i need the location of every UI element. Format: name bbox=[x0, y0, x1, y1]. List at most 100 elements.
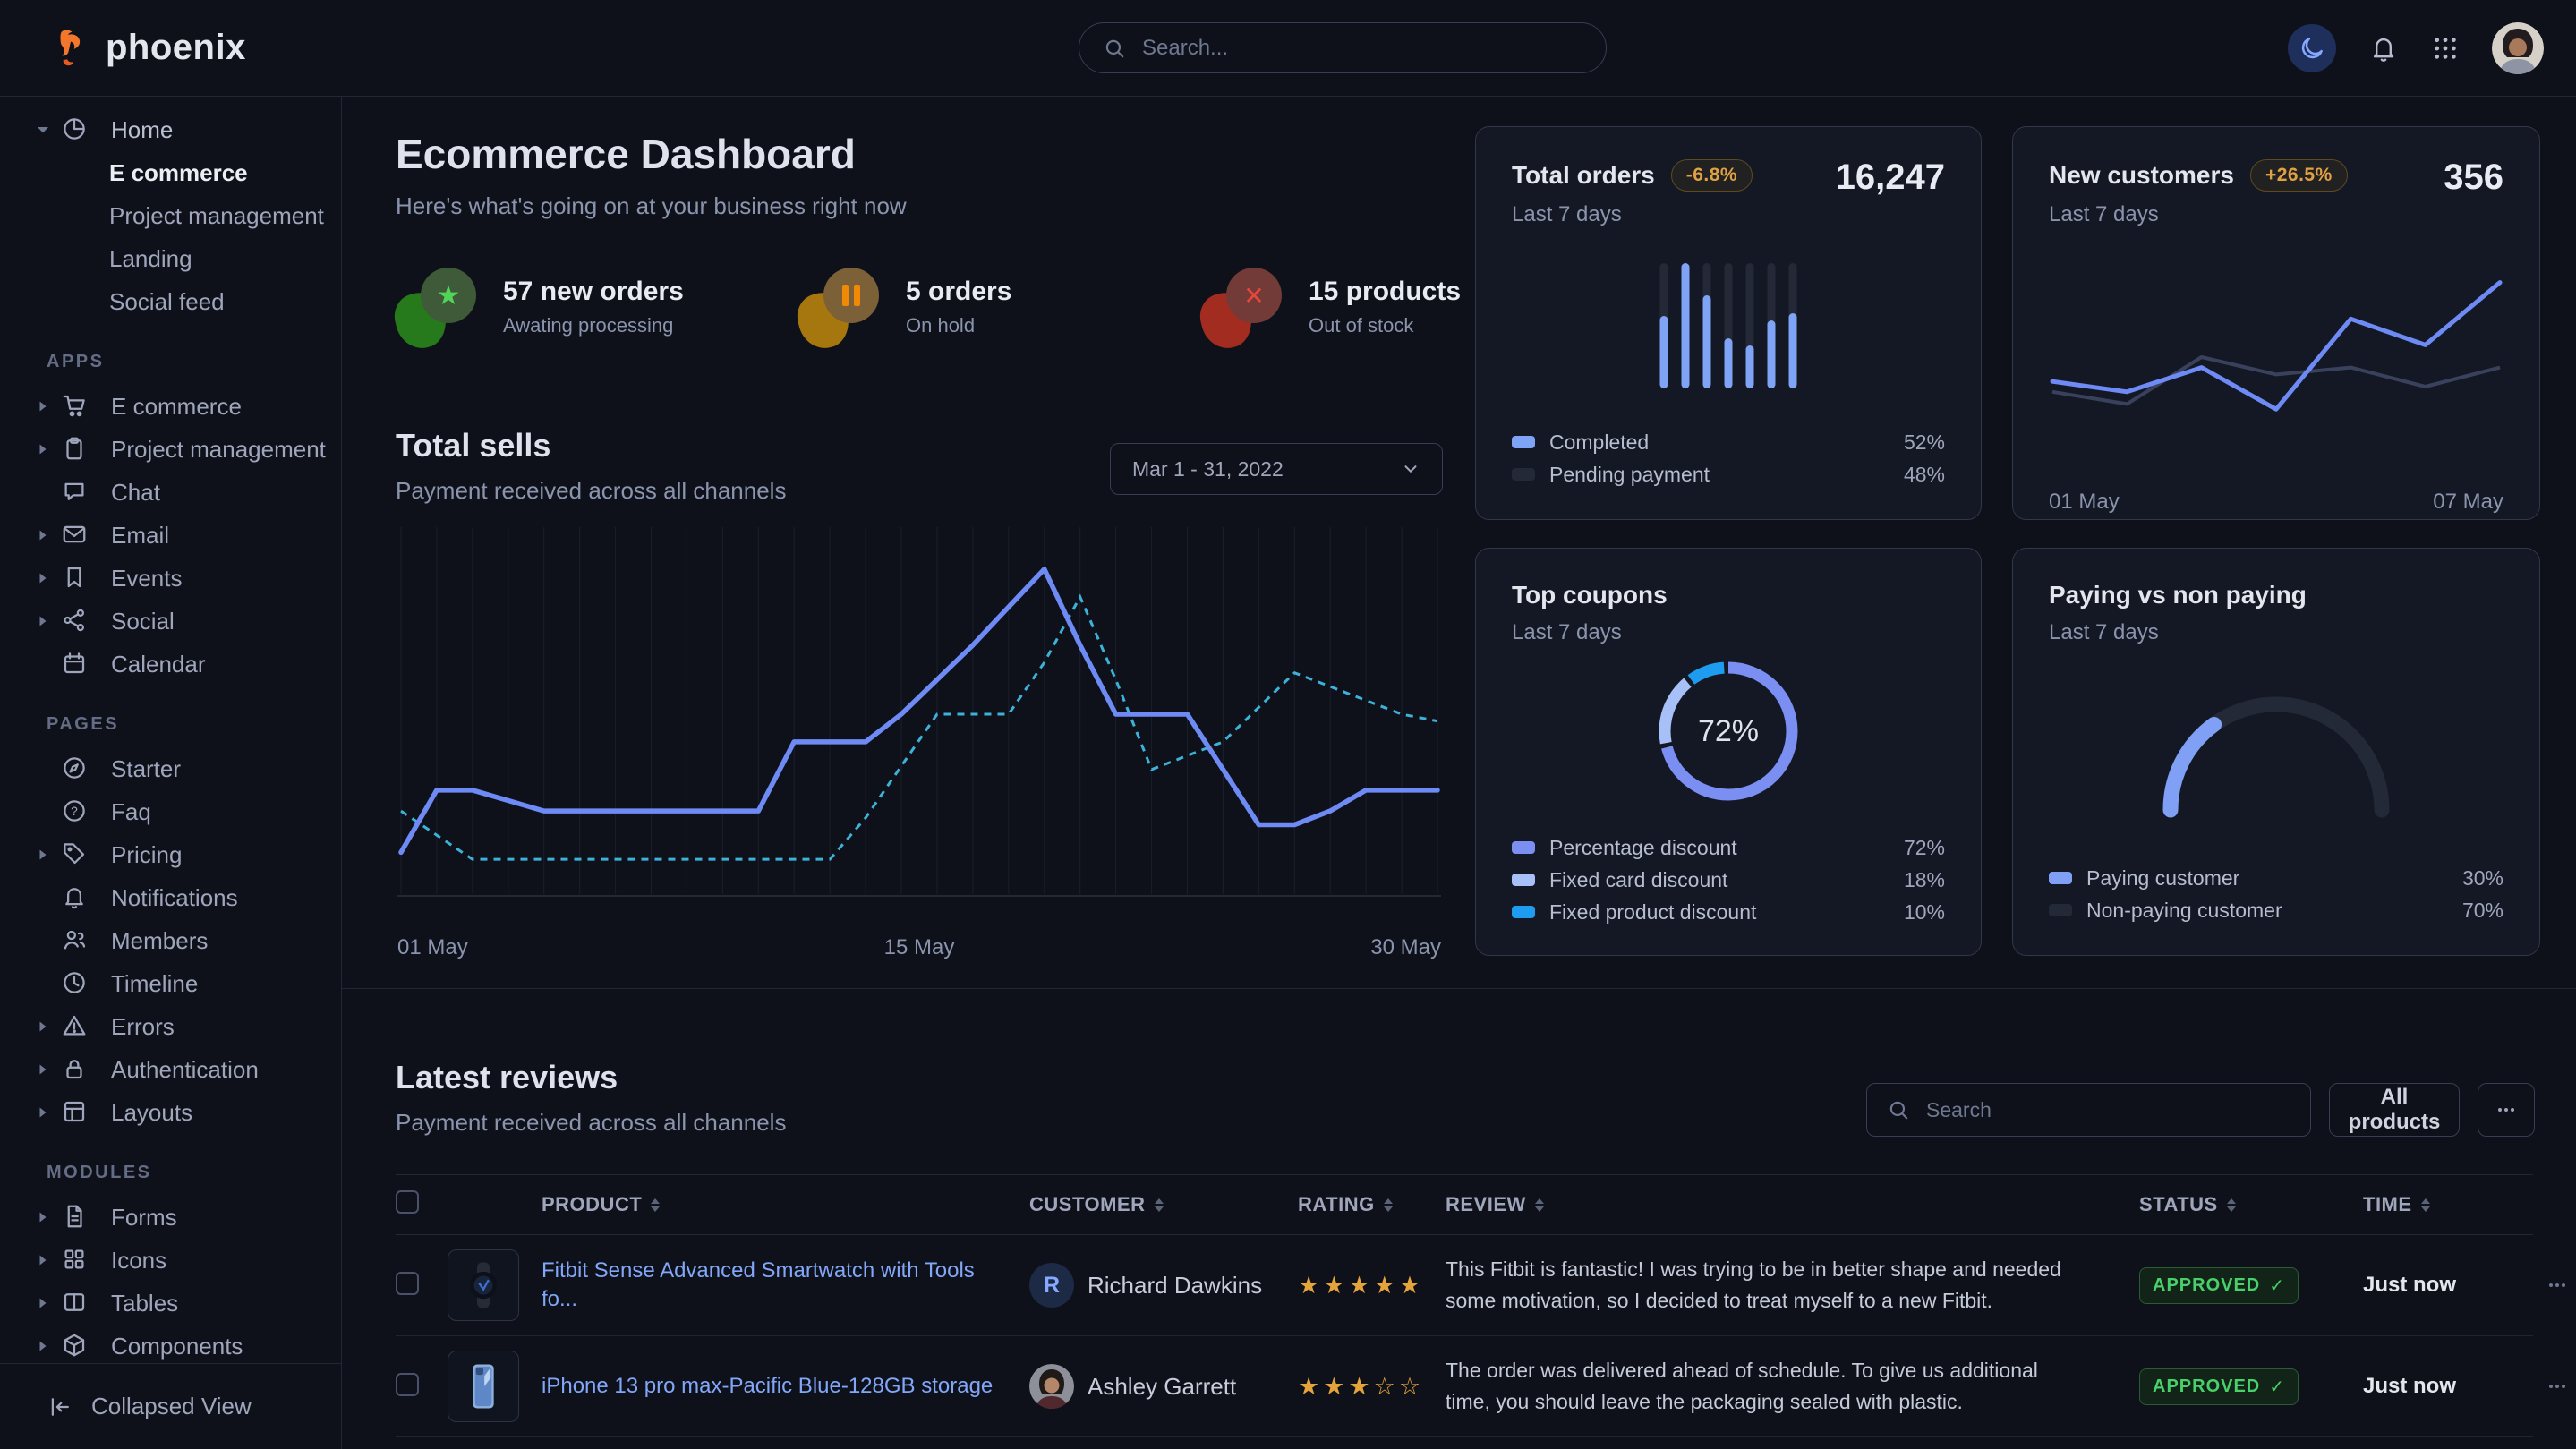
pie-chart-icon bbox=[61, 115, 90, 144]
row-checkbox[interactable] bbox=[396, 1373, 419, 1396]
row-actions-button[interactable] bbox=[2546, 1376, 2568, 1397]
table-row: Fitbit Sense Advanced Smartwatch with To… bbox=[396, 1235, 2533, 1336]
total-orders-legend: Completed 52% Pending payment 48% bbox=[1512, 426, 1945, 490]
row-actions-button[interactable] bbox=[2546, 1274, 2568, 1296]
sidebar-item-events[interactable]: Events bbox=[0, 557, 341, 600]
column-rating[interactable]: RATING bbox=[1298, 1193, 1446, 1216]
sidebar-item-errors[interactable]: Errors bbox=[0, 1005, 341, 1048]
apps-grid-button[interactable] bbox=[2431, 34, 2460, 63]
layout-icon bbox=[61, 1098, 90, 1127]
sidebar-item-social[interactable]: Social bbox=[0, 600, 341, 643]
reviews-more-button[interactable] bbox=[2478, 1083, 2535, 1137]
cart-icon bbox=[61, 392, 90, 421]
chevron-down-icon bbox=[1401, 459, 1420, 479]
new-orders-star-icon: ★ bbox=[396, 264, 478, 350]
column-time[interactable]: TIME bbox=[2363, 1193, 2546, 1216]
paying-legend: Paying customer 30% Non-paying customer … bbox=[2049, 862, 2503, 926]
sidebar-item-faq[interactable]: ? Faq bbox=[0, 790, 341, 833]
ellipsis-icon bbox=[2546, 1274, 2568, 1296]
ellipsis-icon bbox=[2546, 1376, 2568, 1397]
new-customers-badge: +26.5% bbox=[2250, 159, 2348, 192]
page-title: Ecommerce Dashboard bbox=[396, 130, 907, 178]
date-range-select[interactable]: Mar 1 - 31, 2022 bbox=[1110, 443, 1443, 495]
sidebar-item-components[interactable]: Components bbox=[0, 1325, 341, 1368]
total-sells-subtitle: Payment received across all channels bbox=[396, 477, 786, 505]
bell-icon bbox=[61, 883, 90, 912]
sidebar-item-home-landing[interactable]: Landing bbox=[0, 237, 341, 280]
sidebar-item-home-ecommerce[interactable]: E commerce bbox=[0, 151, 341, 194]
product-thumbnail-iphone[interactable] bbox=[448, 1351, 519, 1422]
file-text-icon bbox=[61, 1203, 90, 1232]
sidebar-item-home[interactable]: Home bbox=[0, 108, 341, 151]
sidebar-item-ecommerce[interactable]: E commerce bbox=[0, 385, 341, 428]
sort-icon bbox=[2227, 1198, 2236, 1212]
sort-icon bbox=[1155, 1198, 1164, 1212]
caret-right-icon bbox=[36, 1211, 50, 1223]
product-thumbnail-smartwatch[interactable] bbox=[448, 1249, 519, 1321]
customer-name: Richard Dawkins bbox=[1088, 1272, 1262, 1299]
sidebar-item-chat[interactable]: Chat bbox=[0, 471, 341, 514]
caret-right-icon bbox=[36, 1340, 50, 1352]
sort-icon bbox=[2421, 1198, 2430, 1212]
box-icon bbox=[61, 1332, 90, 1360]
sidebar-item-tables[interactable]: Tables bbox=[0, 1282, 341, 1325]
sidebar-item-members[interactable]: Members bbox=[0, 919, 341, 962]
product-link[interactable]: Fitbit Sense Advanced Smartwatch with To… bbox=[542, 1258, 975, 1311]
product-link[interactable]: iPhone 13 pro max-Pacific Blue-128GB sto… bbox=[542, 1374, 1028, 1398]
brand-name: phoenix bbox=[106, 28, 246, 68]
column-status[interactable]: STATUS bbox=[2139, 1193, 2363, 1216]
select-all-checkbox[interactable] bbox=[396, 1190, 419, 1214]
bell-icon bbox=[2368, 33, 2399, 64]
user-avatar[interactable] bbox=[2492, 22, 2544, 74]
caret-right-icon bbox=[36, 615, 50, 627]
reviews-search-input[interactable] bbox=[1924, 1097, 2290, 1123]
sidebar-item-layouts[interactable]: Layouts bbox=[0, 1091, 341, 1134]
sidebar-item-home-project-management[interactable]: Project management bbox=[0, 194, 341, 237]
column-product[interactable]: PRODUCT bbox=[542, 1193, 1029, 1216]
caret-right-icon bbox=[36, 529, 50, 541]
top-navbar: phoenix bbox=[0, 0, 2576, 97]
row-checkbox[interactable] bbox=[396, 1272, 419, 1295]
column-review[interactable]: REVIEW bbox=[1446, 1193, 2139, 1216]
sidebar-item-project-management[interactable]: Project management bbox=[0, 428, 341, 471]
all-products-button[interactable]: All products bbox=[2329, 1083, 2460, 1137]
paying-vs-nonpaying-card: Paying vs non paying Last 7 days Paying … bbox=[2012, 548, 2540, 956]
caret-right-icon bbox=[36, 1254, 50, 1266]
caret-right-icon bbox=[36, 572, 50, 584]
sidebar-item-timeline[interactable]: Timeline bbox=[0, 962, 341, 1005]
phoenix-flame-icon bbox=[50, 28, 91, 69]
caret-right-icon bbox=[36, 1020, 50, 1033]
sidebar-item-icons[interactable]: Icons bbox=[0, 1239, 341, 1282]
global-search-input[interactable] bbox=[1140, 35, 1582, 62]
check-icon: ✓ bbox=[2269, 1376, 2285, 1398]
caret-right-icon bbox=[36, 1063, 50, 1076]
donut-center-label: 72% bbox=[1653, 656, 1804, 806]
total-sells-chart bbox=[397, 524, 1441, 923]
sidebar-item-pricing[interactable]: Pricing bbox=[0, 833, 341, 876]
bookmark-icon bbox=[61, 564, 90, 592]
brand-logo[interactable]: phoenix bbox=[50, 0, 246, 96]
reviews-search bbox=[1866, 1083, 2311, 1137]
theme-toggle-button[interactable] bbox=[2288, 24, 2336, 72]
sidebar-item-starter[interactable]: Starter bbox=[0, 747, 341, 790]
collapse-left-icon bbox=[47, 1394, 73, 1420]
stat-out-of-stock: ✕ 15 products Out of stock bbox=[1201, 264, 1506, 350]
sort-icon bbox=[1535, 1198, 1544, 1212]
status-badge: APPROVED✓ bbox=[2139, 1267, 2299, 1304]
customer-avatar[interactable]: R bbox=[1029, 1263, 1074, 1308]
notifications-button[interactable] bbox=[2368, 33, 2399, 64]
collapse-sidebar-button[interactable]: Collapsed View bbox=[0, 1363, 341, 1449]
sidebar-item-calendar[interactable]: Calendar bbox=[0, 643, 341, 686]
sidebar-item-forms[interactable]: Forms bbox=[0, 1196, 341, 1239]
paying-gauge-chart bbox=[2142, 676, 2410, 826]
sidebar: Home E commerce Project management Landi… bbox=[0, 96, 342, 1449]
compass-icon bbox=[61, 754, 90, 783]
sidebar-item-notifications[interactable]: Notifications bbox=[0, 876, 341, 919]
table-row bbox=[396, 1437, 2533, 1449]
sidebar-item-email[interactable]: Email bbox=[0, 514, 341, 557]
customer-avatar[interactable] bbox=[1029, 1364, 1074, 1409]
total-orders-title: Total orders bbox=[1512, 161, 1655, 190]
sidebar-item-home-social-feed[interactable]: Social feed bbox=[0, 280, 341, 323]
sidebar-item-authentication[interactable]: Authentication bbox=[0, 1048, 341, 1091]
column-customer[interactable]: CUSTOMER bbox=[1029, 1193, 1298, 1216]
